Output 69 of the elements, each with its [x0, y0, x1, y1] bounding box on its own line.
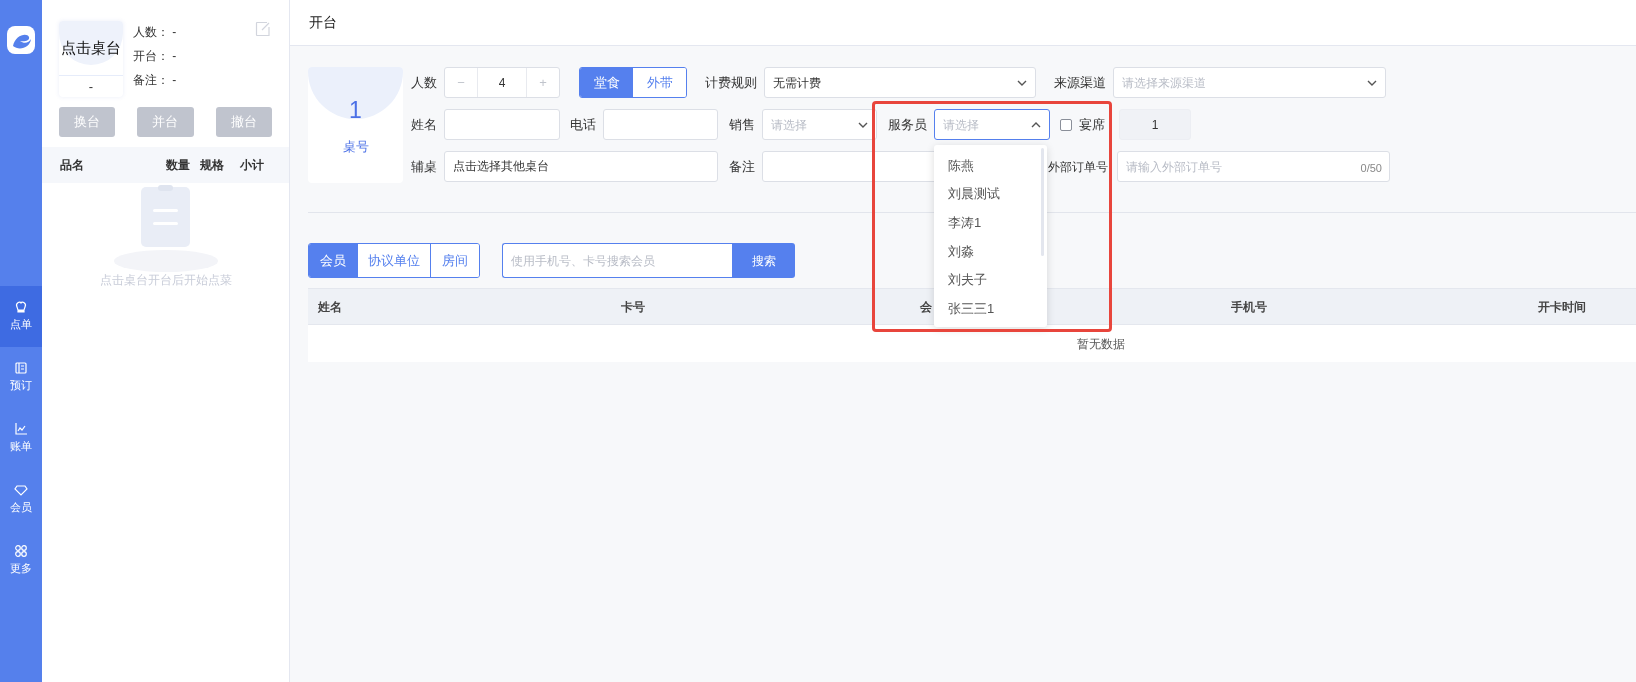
chevron-down-icon [858, 121, 868, 128]
field-label: 姓名 [410, 115, 437, 134]
checkbox-label: 宴席 [1079, 115, 1105, 134]
dropdown-option[interactable]: 陈燕 [934, 151, 1047, 180]
select-field[interactable]: 请选择 [762, 109, 877, 140]
grid-icon [14, 544, 28, 559]
sidebar-item[interactable]: 预订 [0, 347, 42, 408]
column-header: 开卡时间 [1538, 299, 1586, 314]
column-header: 手机号 [1231, 299, 1267, 314]
select-field[interactable]: 无需计费 [764, 67, 1036, 98]
dropdown-option[interactable]: 李涛1 [934, 208, 1047, 238]
column-header: 姓名 [318, 299, 342, 314]
table-card[interactable]: 点击桌台 - [59, 21, 123, 97]
checkbox[interactable] [1060, 118, 1072, 131]
table-number: 1 [349, 97, 362, 123]
char-counter: 0/50 [1360, 161, 1382, 176]
edit-icon[interactable] [255, 21, 271, 37]
page-title: 开台 [309, 13, 337, 32]
toggle-option[interactable]: 外带 [633, 68, 686, 97]
column-header: 规格 [200, 157, 224, 174]
search-button[interactable]: 搜索 [732, 243, 795, 278]
table-code: - [87, 77, 95, 96]
info-line: 备注： - [133, 72, 177, 89]
empty-message: 暂无数据 [1077, 335, 1125, 353]
sidebar-item[interactable]: 更多 [0, 530, 42, 591]
field-label: 人数 [410, 73, 437, 92]
search-field[interactable]: 使用手机号、卡号搜索会员 [502, 243, 732, 278]
column-header: 小计 [240, 157, 264, 174]
input-field[interactable] [444, 109, 560, 140]
logo-icon [7, 26, 35, 54]
field-label: 备注 [728, 157, 755, 176]
dropdown-option[interactable]: 刘夫子 [934, 265, 1047, 295]
chart-icon [14, 422, 28, 437]
chevron-down-icon [1367, 79, 1377, 86]
toggle-option[interactable]: 堂食 [580, 68, 633, 97]
input-field[interactable] [603, 109, 718, 140]
dropdown-option[interactable]: 刘淼 [934, 237, 1047, 266]
field-label: 服务员 [887, 115, 927, 134]
column-header: 品名 [60, 157, 84, 174]
dropdown-option[interactable]: 刘晨测试 [934, 179, 1047, 209]
field-label: 电话 [569, 115, 596, 134]
document-icon [14, 361, 28, 376]
tab[interactable]: 会员 [309, 244, 357, 277]
chevron-up-icon [1031, 121, 1041, 128]
sidebar-item[interactable]: 点单 [0, 286, 42, 347]
field-label: 外部订单号 [1047, 158, 1108, 176]
field-label: 销售 [728, 115, 755, 134]
dropdown-option[interactable]: 张三三1 [934, 294, 1047, 324]
sidebar-item[interactable]: 会员 [0, 469, 42, 530]
field-label: 计费规则 [704, 73, 757, 92]
table-number-label: 桌号 [342, 138, 369, 156]
sidebar-item[interactable]: 账单 [0, 408, 42, 469]
column-header: 会 [920, 299, 932, 314]
column-header: 卡号 [621, 299, 645, 314]
diamond-icon [14, 483, 28, 498]
tab[interactable]: 协议单位 [357, 244, 430, 277]
select-field[interactable]: 请选择来源渠道 [1113, 67, 1386, 98]
chevron-down-icon [1017, 79, 1027, 86]
clipboard-icon [112, 185, 219, 273]
tab[interactable]: 房间 [430, 244, 479, 277]
chef-hat-icon [14, 300, 28, 315]
field-label: 来源渠道 [1053, 73, 1106, 92]
field-label: 辅桌 [410, 157, 437, 176]
select-field[interactable]: 请选择 [934, 109, 1050, 140]
info-line: 人数： - [133, 24, 177, 41]
column-header: 数量 [166, 157, 190, 174]
table-name: 点击桌台 [59, 21, 123, 76]
info-line: 开台： - [133, 48, 177, 65]
input-field[interactable]: 点击选择其他桌台 [444, 151, 718, 182]
